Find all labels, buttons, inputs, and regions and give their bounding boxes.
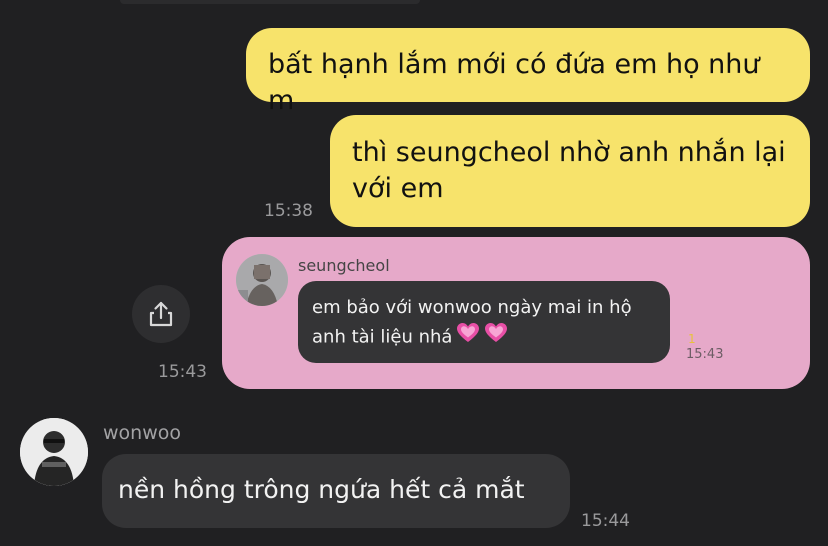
message-timestamp: 15:44 (581, 511, 630, 531)
forwarded-sender-name: seungcheol (298, 256, 390, 275)
message-text: bất hạnh lắm mới có đứa em họ như m (268, 49, 760, 116)
forwarded-message-bubble[interactable]: em bảo với wonwoo ngày mai in hộ anh tài… (298, 281, 670, 363)
share-icon (149, 301, 173, 327)
share-button[interactable] (132, 285, 190, 343)
message-timestamp: 15:43 (158, 362, 207, 382)
incoming-message-bubble[interactable]: nền hồng trông ngứa hết cả mắt (102, 454, 570, 528)
sender-name: wonwoo (103, 422, 181, 444)
heart-icon (484, 322, 508, 353)
outgoing-message-bubble[interactable]: bất hạnh lắm mới có đứa em họ như m (246, 28, 810, 116)
message-text: thì seungcheol nhờ anh nhắn lại với em (352, 137, 786, 204)
forwarded-timestamp: 15:43 (686, 347, 724, 362)
sender-avatar[interactable] (20, 418, 88, 486)
message-timestamp: 15:38 (264, 201, 313, 221)
unread-count: 1 (688, 332, 696, 346)
forwarded-message-card[interactable]: seungcheol em bảo với wonwoo ngày mai in… (222, 237, 810, 389)
message-text: nền hồng trông ngứa hết cả mắt (118, 475, 525, 504)
forwarded-sender-avatar[interactable] (236, 254, 288, 306)
outgoing-message-bubble[interactable]: thì seungcheol nhờ anh nhắn lại với em (330, 115, 810, 227)
previous-message-edge (120, 0, 420, 4)
heart-icon (456, 322, 480, 353)
